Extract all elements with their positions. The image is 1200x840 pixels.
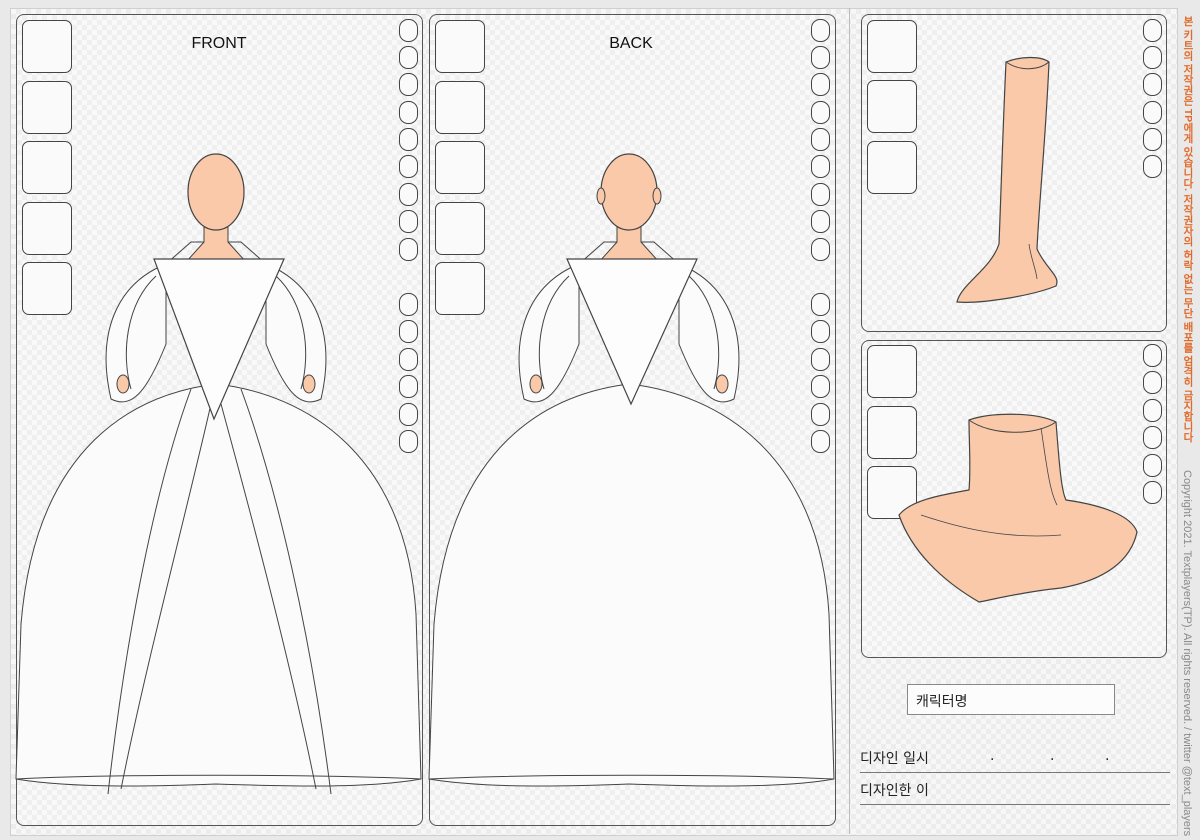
designer-row: 디자인한 이 <box>860 776 1170 805</box>
designer-label: 디자인한 이 <box>860 783 929 799</box>
copyright-text: Copyright 2021. Textplayers(TP). All rig… <box>1181 470 1193 837</box>
copyright-warning-text: 본 키트의 저작권은 TP에게 있습니다. 저작권자의 허락 없는 무단 배포를… <box>1182 16 1194 443</box>
neck-shoulder-figure <box>898 413 1138 603</box>
character-name-field[interactable]: 캐릭터명 <box>907 684 1115 715</box>
leg-figure <box>956 56 1058 303</box>
front-dress-figure <box>15 153 422 795</box>
date-separator: . <box>1050 748 1055 764</box>
section-divider <box>849 8 850 834</box>
design-date-label: 디자인 일시 <box>860 751 929 767</box>
date-separator: . <box>1105 748 1110 764</box>
back-dress-figure <box>428 153 835 787</box>
design-date-row: 디자인 일시 . . . <box>860 744 1170 773</box>
date-separator: . <box>990 748 995 764</box>
